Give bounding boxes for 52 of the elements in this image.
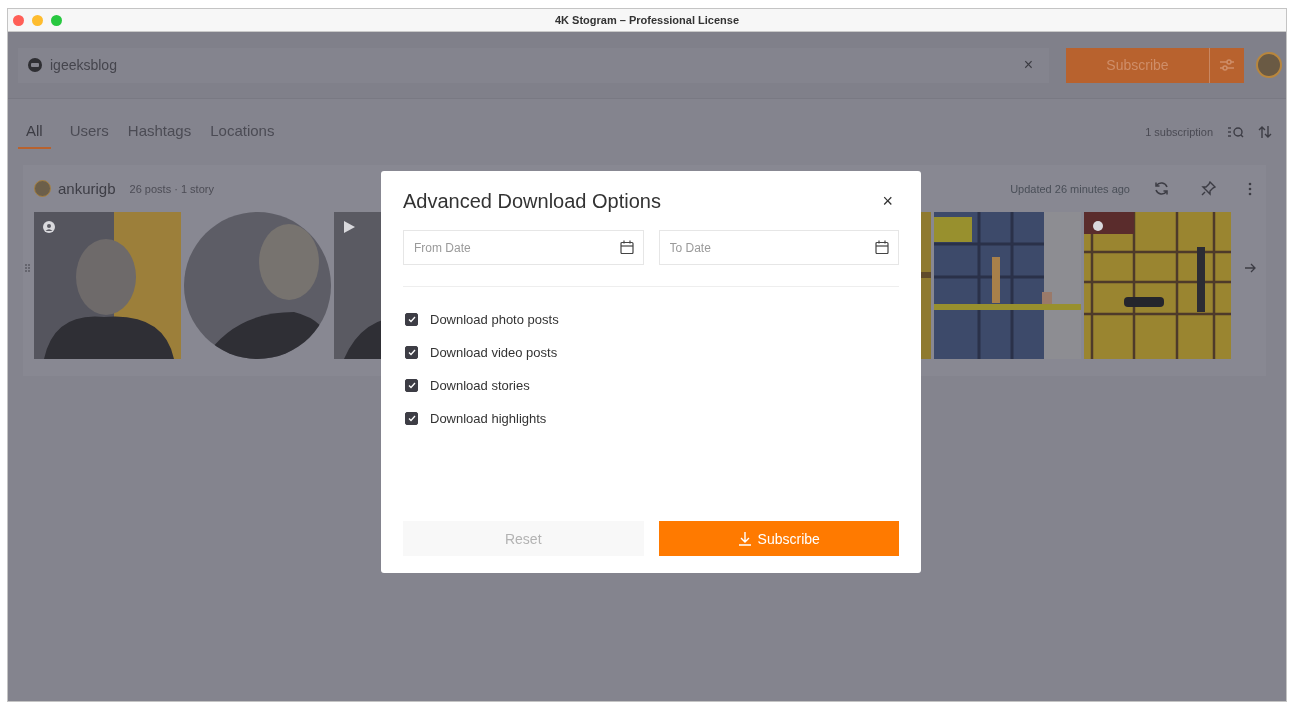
search-icon: [1227, 125, 1244, 139]
sort-icon: [1258, 125, 1272, 139]
username[interactable]: ankurigb: [58, 180, 116, 197]
avatar-icon: [34, 180, 51, 197]
more-button[interactable]: [1248, 181, 1252, 196]
reset-button[interactable]: Reset: [403, 521, 644, 556]
calendar-icon: [619, 240, 634, 254]
play-icon: [343, 221, 355, 233]
zoom-window-button[interactable]: [51, 14, 62, 26]
person-icon: [43, 221, 55, 233]
drag-handle-icon: [25, 264, 30, 272]
download-icon: [737, 531, 752, 546]
dot-icon: [1093, 221, 1103, 231]
dialog-title: Advanced Download Options: [403, 189, 661, 213]
close-button[interactable]: ×: [876, 190, 899, 212]
option-label: Download highlights: [430, 411, 547, 426]
checkbox[interactable]: [405, 346, 418, 359]
subscription-count: 1 subscription: [1145, 126, 1213, 138]
search-list-button[interactable]: [1227, 125, 1244, 139]
post-count: 26 posts · 1 story: [129, 182, 215, 195]
checkbox[interactable]: [405, 313, 418, 326]
refresh-button[interactable]: [1154, 181, 1169, 196]
sort-button[interactable]: [1258, 125, 1272, 139]
checkbox[interactable]: [405, 412, 418, 425]
more-icon: [1248, 181, 1252, 196]
refresh-icon: [1154, 181, 1169, 196]
option-label: Download video posts: [430, 345, 558, 360]
pin-icon: [1201, 181, 1216, 196]
tab[interactable]: Users: [69, 115, 109, 149]
close-window-button[interactable]: [13, 14, 24, 26]
search-value: igeeksblog: [50, 57, 118, 73]
window-title: 4K Stogram – Professional License: [555, 14, 739, 26]
from-date-field[interactable]: From Date: [403, 230, 644, 265]
sliders-icon: [1219, 57, 1235, 73]
pin-button[interactable]: [1201, 181, 1216, 196]
checkbox[interactable]: [405, 379, 418, 392]
tab[interactable]: Hashtags: [127, 115, 192, 149]
account-icon: [28, 58, 42, 72]
to-date-field[interactable]: To Date: [658, 230, 899, 265]
avatar-icon[interactable]: [1256, 52, 1282, 78]
calendar-icon: [875, 240, 889, 254]
search-field[interactable]: igeeksblog ×: [18, 47, 1049, 83]
arrow-right-icon: [1244, 263, 1256, 273]
option-label: Download photo posts: [430, 312, 559, 327]
updated-time: Updated 26 minutes ago: [1010, 182, 1130, 195]
subscribe-button[interactable]: Subscribe: [1066, 47, 1209, 83]
clear-button[interactable]: ×: [1019, 56, 1037, 74]
option-label: Download stories: [430, 378, 530, 393]
subscribe-button[interactable]: Subscribe: [658, 521, 899, 556]
next-button[interactable]: [1244, 263, 1256, 273]
tab[interactable]: All: [18, 115, 51, 149]
tab[interactable]: Locations: [210, 115, 275, 149]
